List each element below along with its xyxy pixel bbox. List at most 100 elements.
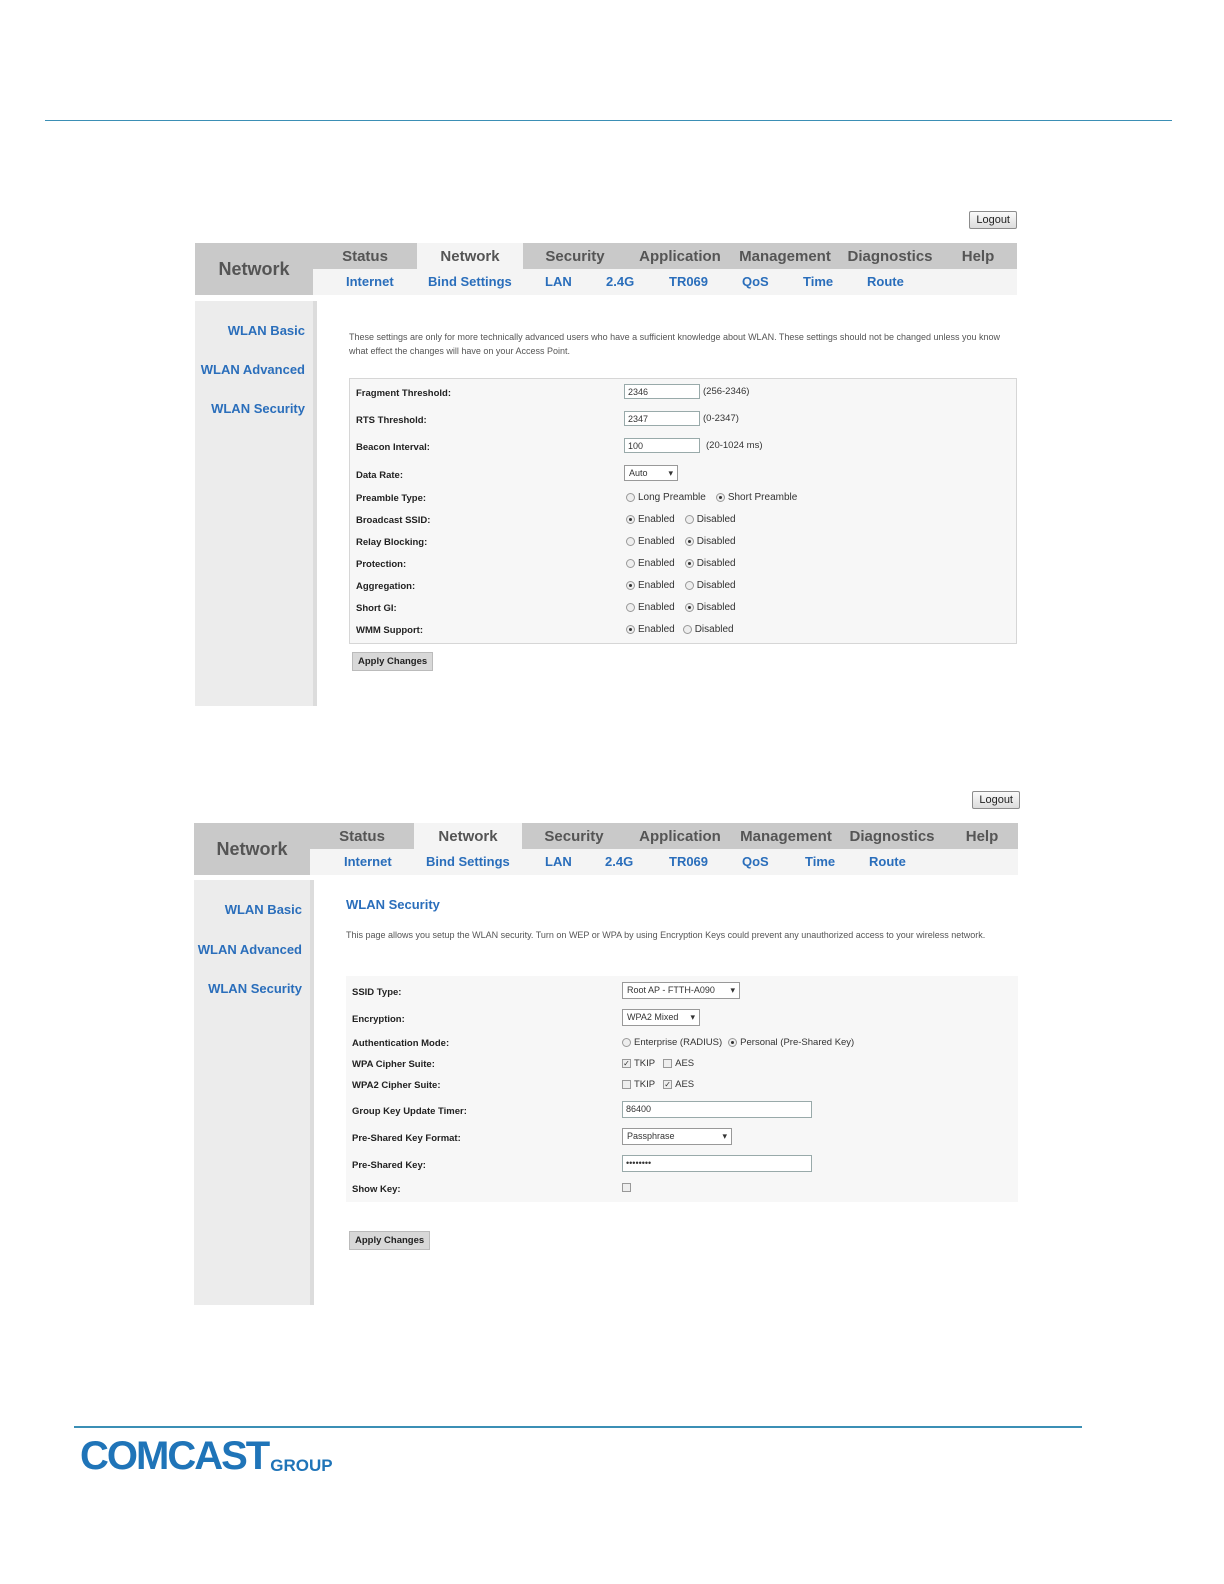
subtab-2-4g[interactable]: 2.4G: [605, 849, 633, 875]
broadcast-ssid-enabled-radio[interactable]: [626, 515, 635, 524]
subtab-2-4g[interactable]: 2.4G: [606, 269, 634, 295]
chevron-down-icon: ▾: [668, 468, 673, 478]
fragment-threshold-input[interactable]: 2346: [624, 384, 700, 399]
tab-management[interactable]: Management: [734, 823, 838, 849]
sidebar-item-wlan-security[interactable]: WLAN Security: [208, 981, 302, 996]
aggregation-disabled-radio[interactable]: [684, 581, 694, 590]
sidebar-item-wlan-advanced[interactable]: WLAN Advanced: [201, 362, 305, 377]
rts-threshold-range: (0-2347): [703, 413, 739, 424]
subtab-tr069[interactable]: TR069: [669, 849, 708, 875]
subtab-time[interactable]: Time: [803, 269, 833, 295]
subtab-route[interactable]: Route: [867, 269, 904, 295]
short-gi-enabled-radio[interactable]: [626, 603, 635, 612]
short-gi-disabled-radio[interactable]: [684, 603, 694, 612]
subtab-internet[interactable]: Internet: [344, 849, 392, 875]
data-rate-label: Data Rate:: [356, 470, 403, 481]
wpa2-tkip-label: TKIP: [634, 1079, 656, 1090]
top-divider: [45, 120, 1172, 121]
protection-disabled-label: Disabled: [696, 558, 736, 569]
beacon-interval-input[interactable]: 100: [624, 438, 700, 453]
relay-blocking-enabled-radio[interactable]: [626, 537, 635, 546]
group-key-timer-label: Group Key Update Timer:: [352, 1106, 467, 1117]
apply-changes-button[interactable]: Apply Changes: [352, 652, 434, 671]
subtab-lan[interactable]: LAN: [545, 269, 572, 295]
protection-enabled-label: Enabled: [638, 558, 675, 569]
sidebar-item-wlan-basic[interactable]: WLAN Basic: [225, 902, 302, 917]
psk-format-select[interactable]: Passphrase ▾: [622, 1128, 732, 1145]
apply-changes-button[interactable]: Apply Changes: [349, 1231, 431, 1250]
wpa-aes-label: AES: [675, 1058, 695, 1069]
tab-application[interactable]: Application: [627, 243, 733, 269]
subtab-internet[interactable]: Internet: [346, 269, 394, 295]
wpa-tkip-label: TKIP: [634, 1058, 656, 1069]
aggregation-disabled-label: Disabled: [696, 580, 736, 591]
wpa-tkip-checkbox[interactable]: ✓: [622, 1059, 631, 1068]
relay-blocking-disabled-radio[interactable]: [684, 537, 694, 546]
logout-button[interactable]: Logout: [972, 791, 1020, 809]
broadcast-ssid-disabled-label: Disabled: [696, 514, 736, 525]
tab-application[interactable]: Application: [626, 823, 734, 849]
auth-enterprise-label: Enterprise (RADIUS): [634, 1037, 723, 1048]
auth-enterprise-radio[interactable]: [622, 1038, 631, 1047]
auth-personal-radio[interactable]: [728, 1038, 738, 1047]
tab-network[interactable]: Network: [417, 243, 523, 269]
wmm-enabled-radio: [626, 625, 635, 634]
ssid-type-select[interactable]: Root AP - FTTH-A090 ▾: [622, 982, 740, 999]
tab-help[interactable]: Help: [946, 823, 1018, 849]
encryption-select[interactable]: WPA2 Mixed ▾: [622, 1009, 700, 1026]
aggregation-enabled-radio[interactable]: [626, 581, 635, 590]
tab-security[interactable]: Security: [523, 243, 627, 269]
tab-diagnostics[interactable]: Diagnostics: [837, 243, 943, 269]
subtab-lan[interactable]: LAN: [545, 849, 572, 875]
psk-input[interactable]: ••••••••: [622, 1155, 812, 1172]
protection-enabled-radio[interactable]: [626, 559, 635, 568]
chevron-down-icon: ▾: [690, 1012, 695, 1022]
wpa2-tkip-checkbox[interactable]: [622, 1080, 631, 1089]
page-title: WLAN Security: [346, 897, 440, 912]
wlan-security-screenshot: Logout Network Status Network Security A…: [194, 791, 1020, 1305]
wpa2-aes-checkbox[interactable]: ✓: [663, 1080, 673, 1089]
auth-mode-label: Authentication Mode:: [352, 1038, 450, 1049]
subtab-qos[interactable]: QoS: [742, 849, 769, 875]
short-gi-label: Short GI:: [356, 603, 397, 614]
sidebar-item-wlan-basic[interactable]: WLAN Basic: [228, 323, 305, 338]
short-gi-disabled-label: Disabled: [696, 602, 736, 613]
tab-status[interactable]: Status: [313, 243, 417, 269]
wpa-cipher-label: WPA Cipher Suite:: [352, 1059, 435, 1070]
subtab-time[interactable]: Time: [805, 849, 835, 875]
wmm-disabled-radio: [682, 625, 692, 634]
tab-help[interactable]: Help: [943, 243, 1013, 269]
data-rate-select[interactable]: Auto ▾: [624, 465, 678, 481]
main-content: These settings are only for more technic…: [349, 329, 1017, 706]
rts-threshold-input[interactable]: 2347: [624, 411, 700, 426]
preamble-short-radio[interactable]: [715, 493, 725, 502]
comcast-group-logo: COMCAST GROUP: [80, 1434, 333, 1478]
sidebar: WLAN Basic WLAN Advanced WLAN Security: [194, 880, 314, 1305]
tab-status[interactable]: Status: [310, 823, 414, 849]
subtab-bind-settings[interactable]: Bind Settings: [426, 849, 510, 875]
tab-network[interactable]: Network: [414, 823, 522, 849]
header-nav: Network Status Network Security Applicat…: [194, 823, 1018, 875]
relay-blocking-label: Relay Blocking:: [356, 537, 428, 548]
tab-security[interactable]: Security: [522, 823, 626, 849]
subtab-qos[interactable]: QoS: [742, 269, 769, 295]
group-key-timer-input[interactable]: 86400: [622, 1101, 812, 1118]
protection-disabled-radio[interactable]: [684, 559, 694, 568]
tab-diagnostics[interactable]: Diagnostics: [838, 823, 946, 849]
wmm-disabled-label: Disabled: [694, 624, 734, 635]
short-gi-enabled-label: Enabled: [638, 602, 675, 613]
show-key-checkbox[interactable]: [622, 1183, 631, 1192]
aggregation-label: Aggregation:: [356, 581, 416, 592]
wpa-aes-checkbox[interactable]: [663, 1059, 673, 1068]
sidebar-item-wlan-security[interactable]: WLAN Security: [211, 401, 305, 416]
broadcast-ssid-disabled-radio[interactable]: [684, 515, 694, 524]
subtab-route[interactable]: Route: [869, 849, 906, 875]
preamble-long-radio[interactable]: [626, 493, 635, 502]
logout-button[interactable]: Logout: [969, 211, 1017, 229]
page-description: This page allows you setup the WLAN secu…: [346, 930, 986, 940]
brand-title: Network: [194, 823, 310, 875]
tab-management[interactable]: Management: [733, 243, 837, 269]
subtab-tr069[interactable]: TR069: [669, 269, 708, 295]
sidebar-item-wlan-advanced[interactable]: WLAN Advanced: [198, 942, 302, 957]
subtab-bind-settings[interactable]: Bind Settings: [428, 269, 512, 295]
